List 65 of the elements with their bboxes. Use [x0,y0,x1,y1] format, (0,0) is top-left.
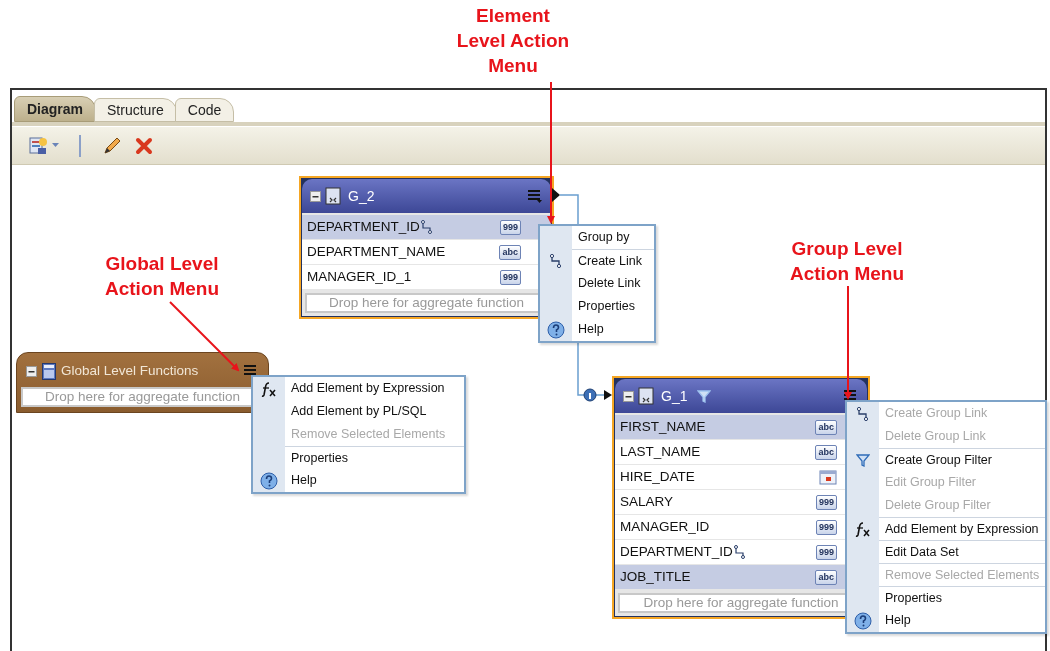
report-icon[interactable] [28,135,48,156]
info-icon [583,388,597,402]
tab[interactable]: Structure [94,98,177,122]
element-row[interactable]: DEPARTMENT_ID 999 [302,215,551,239]
element-name: DEPARTMENT_NAME [307,242,446,261]
element-name: JOB_TITLE [620,567,691,586]
menu-item[interactable]: Delete Link [572,272,654,295]
element-name: DEPARTMENT_ID [620,542,733,561]
element-name: DEPARTMENT_ID [307,217,420,236]
filter-icon [856,452,870,467]
element-name: MANAGER_ID [620,517,710,536]
collapse-icon[interactable] [26,365,37,377]
box-title: Global Level Functions [61,361,199,380]
menu-item[interactable]: Add Element by PL/SQL [285,400,464,423]
calculator-icon [42,362,56,380]
group-box[interactable]: G_2 DEPARTMENT_ID 999 DEPARTMENT_NAME abc MANAGER_ID_1 999 Drop here for aggregate function [299,176,554,319]
menu-item[interactable]: Group by [572,226,654,249]
function-box[interactable]: Global Level Functions Drop here for aggregate function [16,352,269,413]
menu-item[interactable]: Help [879,609,1045,632]
data-type-badge: abc [815,569,837,585]
data-type-badge: 999 [815,519,837,535]
menu-item[interactable]: Create Group Filter [879,448,1045,471]
data-type-badge: 999 [815,494,837,510]
tab[interactable]: Diagram [14,96,97,122]
group-title: G_1 [661,386,688,406]
menu-item[interactable]: Properties [572,295,654,318]
menu-icon[interactable] [243,364,259,378]
group-icon [638,387,656,405]
menu-item[interactable]: Help [285,469,464,492]
annotation-label: Element Level Action Menu [455,4,571,78]
menu-item[interactable]: Add Element by Expression [285,377,464,400]
help-icon [547,320,565,339]
delete-icon[interactable] [135,136,153,155]
menu-item[interactable]: Add Element by Expression [879,517,1045,540]
data-type-badge: 999 [499,269,521,285]
collapse-icon[interactable] [623,390,634,402]
element-name: SALARY [620,492,674,511]
menu-item[interactable]: Help [572,318,654,341]
link-icon [549,253,563,268]
element-name: MANAGER_ID_1 [307,267,412,286]
data-type-badge: 999 [815,544,837,560]
menu-item[interactable]: Create Link [572,249,654,272]
function-icon [854,520,872,537]
collapse-icon[interactable] [310,190,321,202]
group-title: G_2 [348,186,375,206]
element-name: LAST_NAME [620,442,701,461]
help-icon [260,471,278,490]
link-icon [856,406,870,421]
caret-icon[interactable] [52,143,59,148]
data-type-badge: abc [815,444,837,460]
data-type-badge: 999 [499,219,521,235]
annotation-label: Group Level Action Menu [789,237,905,286]
menu-item[interactable]: Properties [879,586,1045,609]
function-icon [260,380,278,397]
data-type-badge: abc [815,419,837,435]
element-name: HIRE_DATE [620,467,695,486]
menu-item[interactable]: Edit Data Set [879,540,1045,563]
calendar-icon [819,469,837,485]
tab[interactable]: Code [174,98,235,122]
data-type-badge: abc [499,244,521,260]
element-name: FIRST_NAME [620,417,706,436]
group-icon [325,187,343,205]
menu-item[interactable]: Properties [285,446,464,469]
annotation-label: Global Level Action Menu [104,252,220,301]
help-icon [854,611,872,630]
